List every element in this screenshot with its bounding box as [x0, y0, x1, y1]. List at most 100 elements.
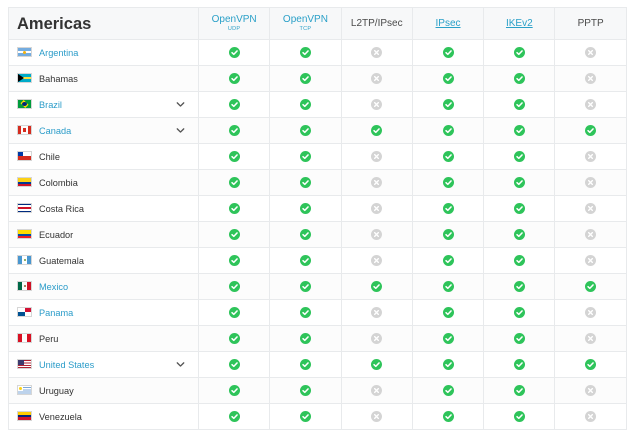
- cross-icon: [371, 252, 383, 269]
- support-cell: [197, 377, 271, 404]
- check-icon: [513, 148, 525, 165]
- support-cell: [340, 351, 413, 378]
- check-icon: [299, 70, 311, 87]
- support-cell: [483, 65, 556, 92]
- protocol-header-openvpn-udp[interactable]: OpenVPN UDP: [197, 7, 271, 40]
- cross-icon: [585, 174, 597, 191]
- support-cell: [411, 91, 485, 118]
- support-cell: [483, 247, 556, 274]
- check-icon: [513, 408, 525, 425]
- support-cell: [340, 195, 413, 222]
- support-cell: [197, 117, 271, 144]
- check-icon: [442, 174, 454, 191]
- ecuador-flag-icon: [17, 229, 32, 239]
- cross-icon: [371, 148, 383, 165]
- support-cell: [269, 91, 342, 118]
- support-cell: [269, 195, 342, 222]
- country-name[interactable]: Brazil: [39, 100, 62, 110]
- support-cell: [483, 221, 556, 248]
- colombia-flag-icon: [17, 177, 32, 187]
- support-cell: [411, 117, 485, 144]
- country-cell[interactable]: United States: [8, 351, 199, 378]
- check-icon: [513, 226, 525, 243]
- country-cell[interactable]: Canada: [8, 117, 199, 144]
- support-cell: [483, 325, 556, 352]
- protocol-sub: UDP: [227, 26, 241, 32]
- country-name: Venezuela: [39, 412, 82, 422]
- support-cell: [269, 377, 342, 404]
- check-icon: [228, 408, 240, 425]
- check-icon: [442, 122, 454, 139]
- country-cell[interactable]: Brazil: [8, 91, 199, 118]
- country-name[interactable]: Canada: [39, 126, 71, 136]
- support-cell: [411, 143, 485, 170]
- protocol-header-openvpn-tcp[interactable]: OpenVPN TCP: [269, 7, 342, 40]
- check-icon: [442, 330, 454, 347]
- country-name[interactable]: Argentina: [39, 48, 78, 58]
- check-icon: [228, 122, 240, 139]
- cross-icon: [585, 44, 597, 61]
- protocol-header-ikev2[interactable]: IKEv2: [483, 7, 556, 40]
- check-icon: [442, 304, 454, 321]
- support-cell: [411, 299, 485, 326]
- check-icon: [442, 200, 454, 217]
- country-cell: Colombia: [8, 169, 199, 196]
- protocol-header-l2tp-ipsec: L2TP/IPsec: [340, 7, 413, 40]
- check-icon: [228, 356, 240, 373]
- support-cell: [197, 65, 271, 92]
- support-cell: [483, 273, 556, 300]
- support-cell: [483, 39, 556, 66]
- protocol-name: OpenVPN: [282, 14, 328, 25]
- check-icon: [442, 70, 454, 87]
- protocol-header-pptp: PPTP: [554, 7, 627, 40]
- check-icon: [442, 356, 454, 373]
- support-cell: [411, 351, 485, 378]
- check-icon: [585, 122, 597, 139]
- check-icon: [299, 330, 311, 347]
- check-icon: [228, 278, 240, 295]
- support-cell: [197, 403, 271, 430]
- table-row: United States: [8, 351, 627, 378]
- mexico-flag-icon: [17, 281, 32, 291]
- country-name[interactable]: Panama: [39, 308, 73, 318]
- check-icon: [513, 174, 525, 191]
- support-cell: [554, 195, 627, 222]
- check-icon: [228, 70, 240, 87]
- country-name[interactable]: Mexico: [39, 282, 68, 292]
- check-icon: [371, 122, 383, 139]
- cross-icon: [585, 70, 597, 87]
- support-cell: [554, 39, 627, 66]
- region-title: Americas: [8, 7, 199, 40]
- support-cell: [197, 39, 271, 66]
- country-name[interactable]: United States: [39, 360, 94, 370]
- support-cell: [269, 117, 342, 144]
- check-icon: [228, 226, 240, 243]
- support-cell: [197, 351, 271, 378]
- protocol-name: PPTP: [577, 17, 604, 29]
- check-icon: [299, 226, 311, 243]
- table-row: Colombia: [8, 169, 627, 196]
- country-cell: Mexico: [8, 273, 199, 300]
- cross-icon: [371, 70, 383, 87]
- protocol-header-ipsec[interactable]: IPsec: [411, 7, 485, 40]
- costa-rica-flag-icon: [17, 203, 32, 213]
- check-icon: [442, 382, 454, 399]
- table-row: Venezuela: [8, 403, 627, 430]
- protocol-sub: TCP: [299, 26, 312, 32]
- check-icon: [228, 252, 240, 269]
- check-icon: [299, 200, 311, 217]
- table-row: Costa Rica: [8, 195, 627, 222]
- check-icon: [228, 96, 240, 113]
- check-icon: [228, 330, 240, 347]
- check-icon: [442, 408, 454, 425]
- cross-icon: [585, 382, 597, 399]
- support-cell: [554, 377, 627, 404]
- check-icon: [299, 122, 311, 139]
- support-cell: [554, 117, 627, 144]
- check-icon: [299, 408, 311, 425]
- check-icon: [513, 278, 525, 295]
- chile-flag-icon: [17, 151, 32, 161]
- cross-icon: [585, 96, 597, 113]
- support-cell: [197, 169, 271, 196]
- cross-icon: [585, 304, 597, 321]
